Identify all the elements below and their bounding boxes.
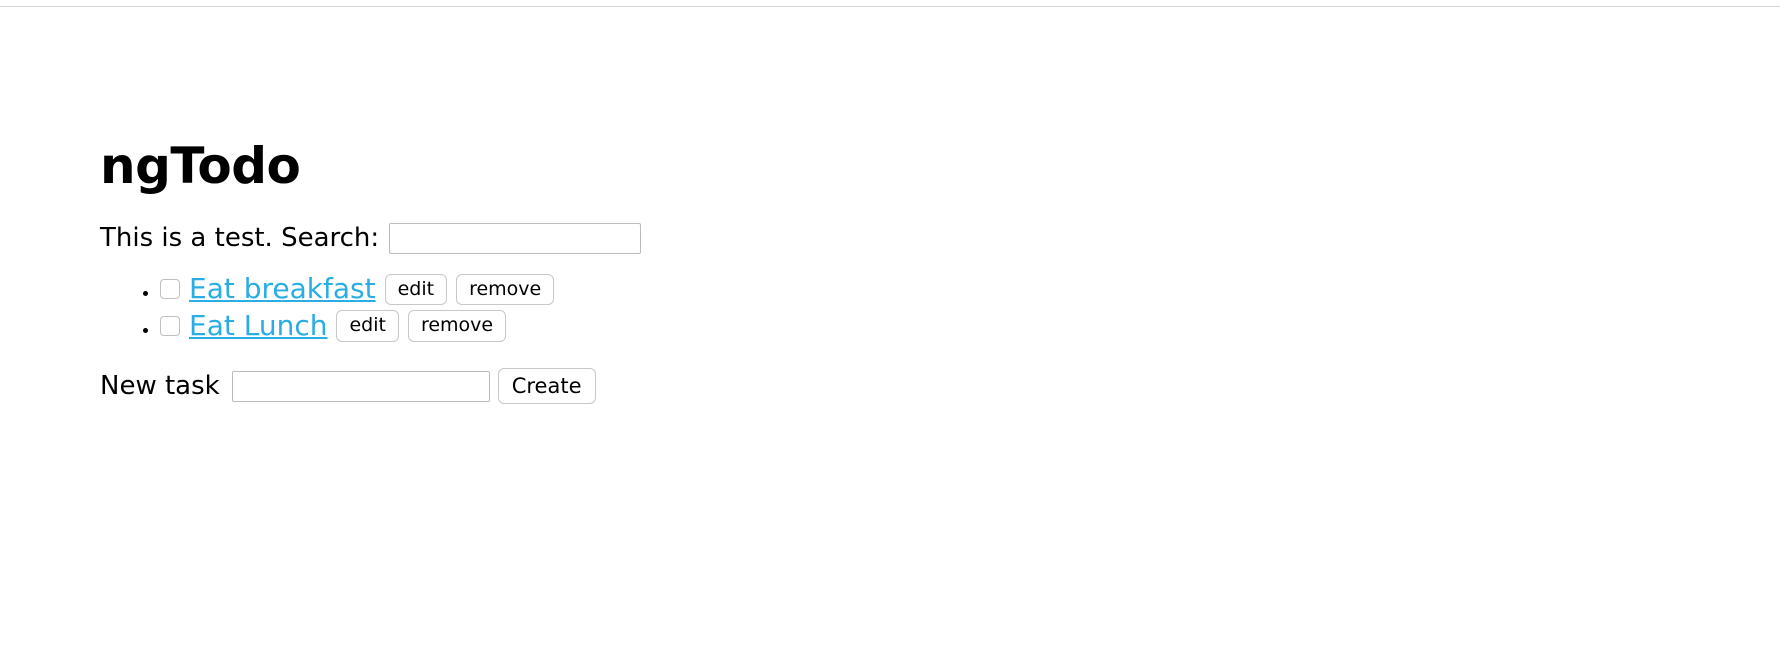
- search-input[interactable]: [389, 222, 642, 254]
- new-task-row: New task Create: [100, 368, 1000, 405]
- todo-link[interactable]: Eat Lunch: [189, 310, 327, 342]
- todo-checkbox[interactable]: [160, 316, 180, 337]
- list-item: Eat Lunch edit remove: [160, 310, 1000, 342]
- search-label: This is a test. Search:: [100, 223, 380, 253]
- search-row: This is a test. Search:: [100, 222, 1000, 254]
- todo-row: Eat breakfast edit remove: [160, 273, 555, 306]
- list-item: Eat breakfast edit remove: [160, 273, 1000, 306]
- top-divider: [0, 6, 1780, 7]
- todo-checkbox[interactable]: [160, 279, 180, 300]
- new-task-input[interactable]: [231, 370, 490, 402]
- edit-button[interactable]: edit: [336, 310, 399, 342]
- create-button[interactable]: Create: [497, 368, 596, 405]
- page-title: ngTodo: [100, 137, 301, 195]
- remove-button[interactable]: remove: [407, 310, 507, 342]
- edit-button[interactable]: edit: [384, 273, 448, 306]
- todo-list: Eat breakfast edit remove Eat Lunch edit…: [100, 273, 1000, 342]
- todo-link[interactable]: Eat breakfast: [189, 273, 376, 305]
- new-task-label: New task: [100, 371, 220, 402]
- page-root: ngTodo This is a test. Search: Eat break…: [0, 0, 1780, 645]
- todo-app: ngTodo This is a test. Search: Eat break…: [100, 137, 1000, 405]
- remove-button[interactable]: remove: [456, 273, 555, 306]
- todo-row: Eat Lunch edit remove: [160, 310, 507, 342]
